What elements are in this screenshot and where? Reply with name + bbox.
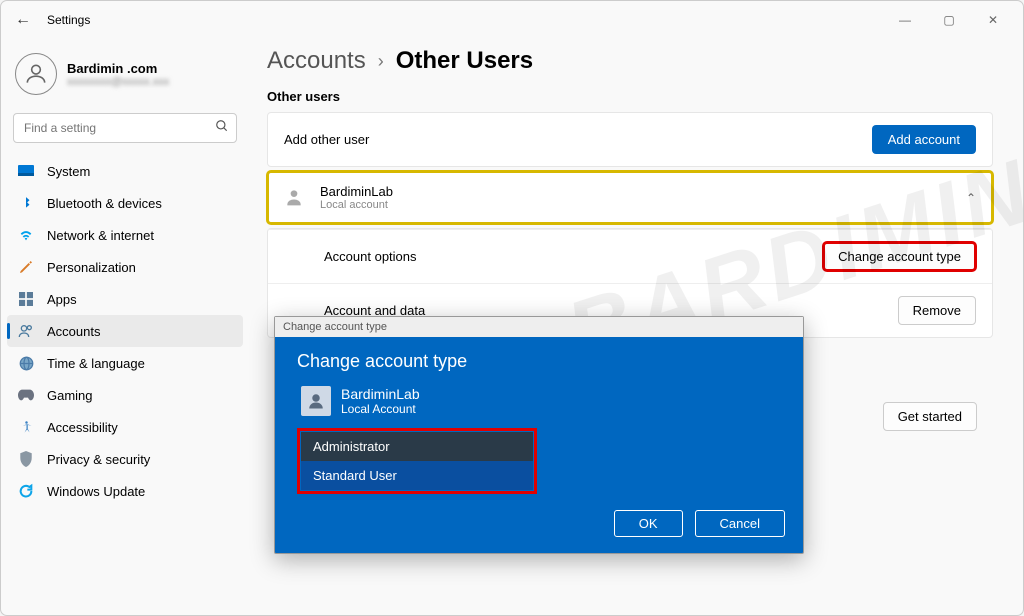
sidebar-item-label: Personalization xyxy=(47,260,136,275)
system-icon xyxy=(17,162,35,180)
shield-icon xyxy=(17,450,35,468)
gaming-icon xyxy=(17,386,35,404)
dialog-heading: Change account type xyxy=(297,351,781,372)
sidebar-item-label: Network & internet xyxy=(47,228,154,243)
dialog-user-name: BardiminLab xyxy=(341,386,420,402)
sidebar-item-accessibility[interactable]: Accessibility xyxy=(7,411,243,443)
search-input[interactable] xyxy=(13,113,237,143)
get-started-button[interactable]: Get started xyxy=(883,402,977,431)
globe-icon xyxy=(17,354,35,372)
dialog-user-avatar-icon xyxy=(301,386,331,416)
sidebar-item-apps[interactable]: Apps xyxy=(7,283,243,315)
dialog-user-type: Local Account xyxy=(341,402,420,416)
add-account-button[interactable]: Add account xyxy=(872,125,976,154)
sidebar-item-accounts[interactable]: Accounts xyxy=(7,315,243,347)
sidebar-item-gaming[interactable]: Gaming xyxy=(7,379,243,411)
close-button[interactable]: ✕ xyxy=(971,5,1015,35)
dialog-cancel-button[interactable]: Cancel xyxy=(695,510,785,537)
sidebar-item-label: Bluetooth & devices xyxy=(47,196,162,211)
sidebar-item-label: Privacy & security xyxy=(47,452,150,467)
back-button[interactable]: ← xyxy=(9,11,37,29)
accounts-icon xyxy=(17,322,35,340)
window-title: Settings xyxy=(47,13,90,27)
sidebar-item-label: System xyxy=(47,164,90,179)
sidebar-item-label: Accessibility xyxy=(47,420,118,435)
dialog-ok-button[interactable]: OK xyxy=(614,510,683,537)
option-standard-user[interactable]: Standard User xyxy=(301,461,533,490)
dialog-titlebar: Change account type xyxy=(275,317,803,337)
user-entry-type: Local account xyxy=(320,199,952,211)
maximize-button[interactable]: ▢ xyxy=(927,5,971,35)
bluetooth-icon xyxy=(17,194,35,212)
sidebar-item-bluetooth[interactable]: Bluetooth & devices xyxy=(7,187,243,219)
account-type-dropdown[interactable]: Administrator Standard User xyxy=(297,428,537,494)
sidebar-item-system[interactable]: System xyxy=(7,155,243,187)
update-icon xyxy=(17,482,35,500)
breadcrumb: Accounts › Other Users xyxy=(267,47,993,75)
chevron-right-icon: › xyxy=(378,51,384,72)
person-icon xyxy=(284,187,306,209)
user-entry-row[interactable]: BardiminLab Local account ⌃ xyxy=(268,172,992,223)
search-icon xyxy=(215,119,229,138)
sidebar-item-privacy[interactable]: Privacy & security xyxy=(7,443,243,475)
accessibility-icon xyxy=(17,418,35,436)
add-user-label: Add other user xyxy=(284,132,858,147)
sidebar-item-label: Apps xyxy=(47,292,77,307)
apps-icon xyxy=(17,290,35,308)
user-name: Bardimin .com xyxy=(67,61,169,76)
sidebar-item-label: Time & language xyxy=(47,356,145,371)
sidebar-item-time[interactable]: Time & language xyxy=(7,347,243,379)
sidebar-item-label: Accounts xyxy=(47,324,100,339)
option-administrator[interactable]: Administrator xyxy=(301,432,533,461)
section-heading: Other users xyxy=(267,89,993,104)
page-title: Other Users xyxy=(396,47,533,75)
change-account-type-button[interactable]: Change account type xyxy=(823,242,976,271)
user-avatar-icon xyxy=(15,53,57,95)
minimize-button[interactable]: ― xyxy=(883,5,927,35)
current-user[interactable]: Bardimin .com xxxxxxxx@xxxxx.xxx xyxy=(7,47,243,109)
brush-icon xyxy=(17,258,35,276)
user-entry-name: BardiminLab xyxy=(320,184,952,199)
sidebar-item-label: Windows Update xyxy=(47,484,145,499)
sidebar-item-network[interactable]: Network & internet xyxy=(7,219,243,251)
wifi-icon xyxy=(17,226,35,244)
chevron-up-icon: ⌃ xyxy=(966,191,976,205)
change-account-type-dialog: Change account type Change account type … xyxy=(274,316,804,554)
sidebar-item-label: Gaming xyxy=(47,388,93,403)
account-options-label: Account options xyxy=(324,249,809,264)
user-email: xxxxxxxx@xxxxx.xxx xyxy=(67,76,169,88)
remove-button[interactable]: Remove xyxy=(898,296,976,325)
sidebar-item-personalization[interactable]: Personalization xyxy=(7,251,243,283)
sidebar-item-update[interactable]: Windows Update xyxy=(7,475,243,507)
breadcrumb-section[interactable]: Accounts xyxy=(267,47,366,75)
